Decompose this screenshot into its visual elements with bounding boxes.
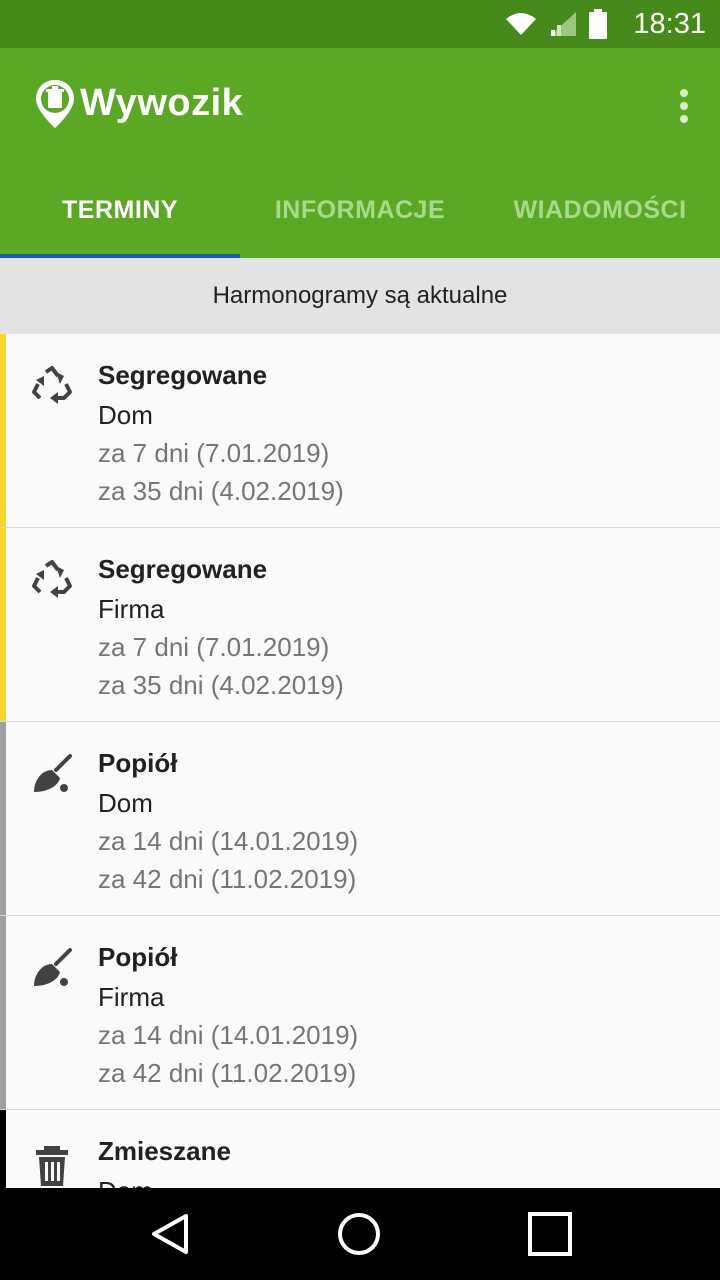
- following-date: za 42 dni (11.02.2019): [98, 864, 357, 894]
- tab-bar: TERMINY INFORMACJE WIADOMOŚCI: [0, 176, 720, 258]
- list-item[interactable]: Zmieszane Dom: [0, 1110, 720, 1188]
- app-title: Wywozik: [80, 82, 244, 124]
- waste-type: Segregowane: [98, 554, 268, 584]
- location: Dom: [98, 788, 153, 818]
- list-item[interactable]: Popiół Firma za 14 dni (14.01.2019) za 4…: [0, 916, 720, 1110]
- tab-informacje[interactable]: INFORMACJE: [240, 176, 480, 258]
- broom-icon: [34, 754, 72, 792]
- list-item[interactable]: Segregowane Dom za 7 dni (7.01.2019) za …: [0, 334, 720, 528]
- next-date: za 7 dni (7.01.2019): [98, 632, 330, 662]
- status-time: 18:31: [633, 8, 706, 40]
- list-item[interactable]: Popiół Dom za 14 dni (14.01.2019) za 42 …: [0, 722, 720, 916]
- category-color-bar: [0, 722, 6, 915]
- tab-terminy[interactable]: TERMINY: [0, 176, 240, 258]
- waste-type: Popiół: [98, 942, 178, 972]
- tab-wiadomosci[interactable]: WIADOMOŚCI: [480, 176, 720, 258]
- category-color-bar: [0, 528, 6, 721]
- sync-status-banner: Harmonogramy są aktualne: [0, 258, 720, 334]
- trash-icon: [36, 1146, 68, 1186]
- next-date: za 14 dni (14.01.2019): [98, 1020, 359, 1050]
- app-bar: Wywozik TERMINY INFORMACJE WIADOMOŚCI: [0, 48, 720, 258]
- following-date: za 35 dni (4.02.2019): [98, 476, 344, 506]
- wifi-icon: [506, 13, 536, 35]
- waste-type: Zmieszane: [98, 1136, 231, 1166]
- recents-icon[interactable]: [526, 1210, 574, 1258]
- status-icons: [504, 6, 608, 42]
- location: Dom: [98, 400, 153, 430]
- location: Firma: [98, 594, 165, 624]
- recycle-icon: [32, 366, 72, 404]
- schedule-list[interactable]: Segregowane Dom za 7 dni (7.01.2019) za …: [0, 334, 720, 1188]
- next-date: za 14 dni (14.01.2019): [98, 826, 359, 856]
- system-nav-bar: [0, 1188, 720, 1280]
- app-logo-icon: [36, 80, 74, 128]
- location: Dom: [98, 1172, 231, 1188]
- tab-label: WIADOMOŚCI: [513, 196, 687, 224]
- waste-type: Segregowane: [98, 360, 268, 390]
- tab-label: INFORMACJE: [274, 196, 446, 224]
- list-item[interactable]: Segregowane Firma za 7 dni (7.01.2019) z…: [0, 528, 720, 722]
- signal-icon: [550, 12, 576, 36]
- category-color-bar: [0, 1110, 6, 1188]
- more-options-icon[interactable]: [678, 88, 690, 124]
- following-date: za 35 dni (4.02.2019): [98, 670, 344, 700]
- category-color-bar: [0, 334, 6, 527]
- waste-type: Popiół: [98, 748, 178, 778]
- next-date: za 7 dni (7.01.2019): [98, 438, 330, 468]
- category-color-bar: [0, 916, 6, 1109]
- following-date: za 42 dni (11.02.2019): [98, 1058, 357, 1088]
- recycle-icon: [32, 560, 72, 598]
- back-icon[interactable]: [146, 1210, 194, 1258]
- location: Firma: [98, 982, 165, 1012]
- home-icon[interactable]: [335, 1210, 383, 1258]
- battery-icon: [589, 9, 607, 39]
- status-bar: 18:31: [0, 0, 720, 48]
- tab-label: TERMINY: [62, 196, 178, 224]
- broom-icon: [34, 948, 72, 986]
